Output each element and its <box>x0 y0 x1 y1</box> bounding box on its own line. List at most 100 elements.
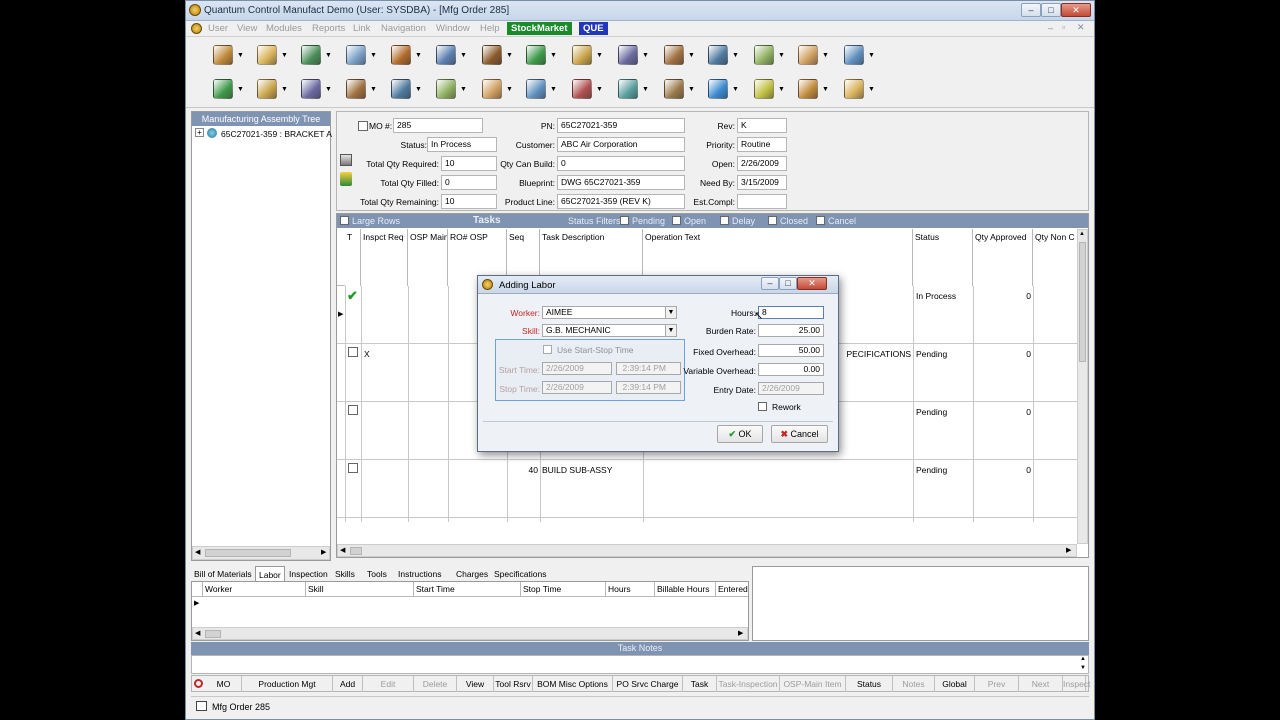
delete-button[interactable]: Delete <box>414 676 457 692</box>
tab-skills[interactable]: Skills <box>332 566 358 582</box>
blueprint-field[interactable]: DWG 65C27021-359 <box>557 175 685 190</box>
osp-main-item-button[interactable]: OSP-Main Item <box>780 676 846 692</box>
toolbar-dropdown-icon[interactable]: ▼ <box>868 52 875 59</box>
stop-date-field[interactable]: 2/26/2009 <box>542 381 612 394</box>
toolbar-tool-icon[interactable] <box>346 45 366 65</box>
mo-checkbox[interactable] <box>358 121 368 131</box>
cancel-button[interactable]: ✖ Cancel <box>771 425 828 443</box>
toolbar-tool-icon[interactable] <box>798 45 818 65</box>
qty-filled-field[interactable]: 0 <box>441 175 497 190</box>
product-line-field[interactable]: 65C27021-359 (REV K) <box>557 194 685 209</box>
task-column-header[interactable]: Status <box>913 229 973 286</box>
inspect-button[interactable]: Inspect <box>1063 676 1090 692</box>
tool-rsrv-button[interactable]: Tool Rsrv <box>494 676 533 692</box>
status-button[interactable]: Status <box>846 676 893 692</box>
po-srvc-charge-button[interactable]: PO Srvc Charge <box>613 676 683 692</box>
production-mgt-button[interactable]: Production Mgt <box>242 676 333 692</box>
need-by-field[interactable]: 3/15/2009 <box>737 175 787 190</box>
toolbar-tool-icon[interactable] <box>482 79 502 99</box>
printer-icon[interactable] <box>340 154 352 166</box>
toolbar-tool-icon[interactable] <box>213 79 233 99</box>
tree-horizontal-scrollbar[interactable]: ◀ ▶ <box>192 546 330 560</box>
open-field[interactable]: 2/26/2009 <box>737 156 787 171</box>
qty-can-build-field[interactable]: 0 <box>557 156 685 171</box>
menu-navigation[interactable]: Navigation <box>381 23 426 34</box>
global-button[interactable]: Global <box>935 676 975 692</box>
priority-field[interactable]: Routine <box>737 137 787 152</box>
toolbar-dropdown-icon[interactable]: ▼ <box>325 52 332 59</box>
toolbar-dropdown-icon[interactable]: ▼ <box>460 52 467 59</box>
menu-stockmarket[interactable]: StockMarket <box>507 22 572 35</box>
toolbar-dropdown-icon[interactable]: ▼ <box>642 52 649 59</box>
menu-modules[interactable]: Modules <box>266 23 302 34</box>
task-column-header[interactable]: Inspct Req <box>361 229 408 286</box>
tab-bill-of-materials[interactable]: Bill of Materials <box>191 566 255 582</box>
tab-charges[interactable]: Charges <box>453 566 491 582</box>
fixed-overhead-input[interactable]: 50.00 <box>758 344 824 357</box>
menu-help[interactable]: Help <box>480 23 500 34</box>
menu-user[interactable]: User <box>208 23 228 34</box>
toolbar-tool-icon[interactable] <box>708 79 728 99</box>
mdi-close-icon[interactable]: ✕ <box>1077 22 1085 33</box>
toolbar-dropdown-icon[interactable]: ▼ <box>506 86 513 93</box>
large-rows-checkbox[interactable] <box>340 216 349 225</box>
maximize-button[interactable]: □ <box>1041 3 1061 17</box>
toolbar-tool-icon[interactable] <box>754 45 774 65</box>
toolbar-tool-icon[interactable] <box>664 79 684 99</box>
rework-checkbox[interactable] <box>758 402 767 411</box>
notes-button[interactable]: Notes <box>893 676 935 692</box>
task-button[interactable]: Task <box>683 676 717 692</box>
stop-clock-field[interactable]: 2:39:14 PM <box>616 381 681 394</box>
toolbar-dropdown-icon[interactable]: ▼ <box>415 52 422 59</box>
expand-toggle-icon[interactable]: + <box>195 128 204 137</box>
burden-rate-input[interactable]: 25.00 <box>758 324 824 337</box>
toolbar-dropdown-icon[interactable]: ▼ <box>370 86 377 93</box>
toolbar-dropdown-icon[interactable]: ▼ <box>596 52 603 59</box>
ok-button[interactable]: ✔ OK <box>717 425 763 443</box>
chevron-down-icon[interactable]: ▼ <box>665 325 676 336</box>
menu-link[interactable]: Link <box>353 23 370 34</box>
toolbar-dropdown-icon[interactable]: ▼ <box>415 86 422 93</box>
toolbar-dropdown-icon[interactable]: ▼ <box>642 86 649 93</box>
task-column-header[interactable]: T <box>345 229 361 286</box>
toolbar-tool-icon[interactable] <box>257 79 277 99</box>
refresh-icon[interactable] <box>194 679 203 688</box>
toolbar-tool-icon[interactable] <box>346 79 366 99</box>
filter-delay-checkbox[interactable]: ✔ <box>720 216 729 225</box>
skill-select[interactable]: G.B. MECHANIC ▼ <box>542 324 677 337</box>
toolbar-tool-icon[interactable] <box>436 79 456 99</box>
status-field[interactable]: In Process <box>427 137 497 152</box>
qty-remaining-field[interactable]: 10 <box>441 194 497 209</box>
toolbar-tool-icon[interactable] <box>213 45 233 65</box>
toolbar-tool-icon[interactable] <box>618 45 638 65</box>
menu-reports[interactable]: Reports <box>312 23 345 34</box>
start-clock-field[interactable]: 2:39:14 PM <box>616 362 681 375</box>
toolbar-tool-icon[interactable] <box>572 45 592 65</box>
worker-select[interactable]: AIMEE ▼ <box>542 306 677 319</box>
toolbar-tool-icon[interactable] <box>708 45 728 65</box>
toolbar-dropdown-icon[interactable]: ▼ <box>732 52 739 59</box>
toolbar-tool-icon[interactable] <box>301 79 321 99</box>
toolbar-dropdown-icon[interactable]: ▼ <box>370 52 377 59</box>
toolbar-dropdown-icon[interactable]: ▼ <box>778 52 785 59</box>
qty-required-field[interactable]: 10 <box>441 156 497 171</box>
filter-closed-checkbox[interactable] <box>768 216 777 225</box>
mo-number-field[interactable]: 285 <box>393 118 483 133</box>
toolbar-dropdown-icon[interactable]: ▼ <box>281 52 288 59</box>
toolbar-dropdown-icon[interactable]: ▼ <box>506 52 513 59</box>
toolbar-dropdown-icon[interactable]: ▼ <box>688 86 695 93</box>
task-column-header[interactable]: Qty Approved <box>973 229 1033 286</box>
toolbar-tool-icon[interactable] <box>844 79 864 99</box>
toolbar-dropdown-icon[interactable]: ▼ <box>325 86 332 93</box>
labor-column-header[interactable]: Stop Time <box>520 582 605 596</box>
toolbar-dropdown-icon[interactable]: ▼ <box>237 86 244 93</box>
task-complete-check-icon[interactable]: ✔ <box>347 288 358 304</box>
assembly-tree-node[interactable]: 65C27021-359 : BRACKET A <box>221 129 332 139</box>
edit-button[interactable]: Edit <box>363 676 414 692</box>
tab-tools[interactable]: Tools <box>364 566 390 582</box>
toolbar-tool-icon[interactable] <box>436 45 456 65</box>
toolbar-tool-icon[interactable] <box>391 45 411 65</box>
toolbar-tool-icon[interactable] <box>754 79 774 99</box>
toolbar-tool-icon[interactable] <box>301 45 321 65</box>
mdi-minimize-icon[interactable]: – <box>1048 23 1053 33</box>
